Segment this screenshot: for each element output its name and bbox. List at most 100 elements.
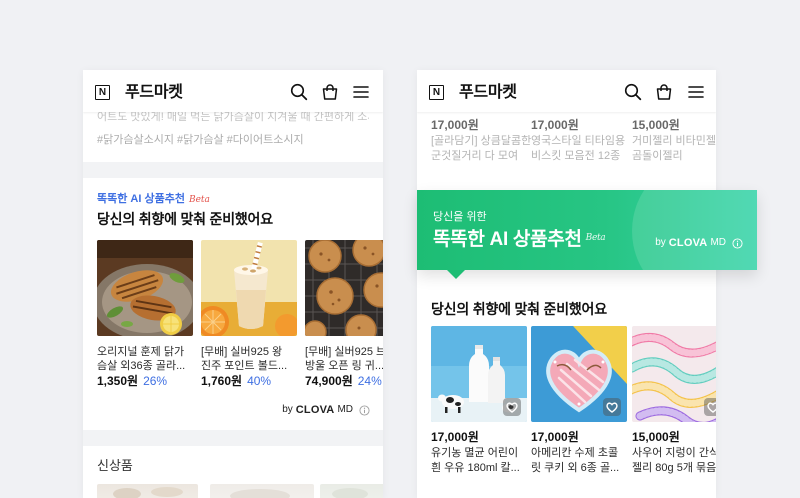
recommendation-title: 당신의 취향에 맞춰 준비했어요	[431, 301, 607, 317]
product-image[interactable]	[97, 240, 193, 336]
cookies-photo	[305, 240, 383, 336]
product-discount: 40%	[247, 374, 272, 388]
product-name-line: 릿 쿠키 외 6종 골...	[531, 462, 620, 474]
product-price-row: 15,000원	[632, 430, 680, 444]
product-price-row: 17,000원	[531, 430, 579, 444]
info-icon[interactable]	[359, 404, 370, 416]
product-image[interactable]	[201, 240, 297, 336]
product-price-row: 1,760원 40%	[201, 374, 271, 388]
heart-outline-icon	[707, 402, 716, 413]
menu-icon[interactable]	[687, 83, 705, 101]
food-photo	[113, 487, 183, 498]
credit-brand: CLOVA	[668, 237, 708, 249]
app-header: N 푸드마켓	[83, 70, 383, 112]
product-image[interactable]	[431, 326, 527, 422]
heart-outline-icon	[506, 402, 518, 413]
product-price-row: 17,000원	[431, 118, 479, 132]
product-price: 1,760원	[201, 374, 243, 388]
product-name-line: 흰 우유 180ml 칼...	[431, 462, 520, 474]
credit-by: by	[655, 237, 666, 248]
product-image[interactable]	[305, 240, 383, 336]
app-title[interactable]: 푸드마켓	[125, 83, 183, 103]
ai-recommendation-label: 똑똑한 AI 상품추천 Beta	[97, 192, 210, 207]
product-name-line: 슴살 외36종 골라...	[97, 360, 186, 372]
ai-recommendation-banner[interactable]: 당신을 위한 똑똑한 AI 상품추천 Beta by CLOVA MD	[417, 190, 757, 270]
credit-suffix: MD	[710, 237, 726, 248]
app-header: N 푸드마켓	[417, 70, 716, 112]
banner-kicker: 당신을 위한	[433, 211, 487, 223]
logo-icon[interactable]: N	[95, 85, 110, 100]
product-name-line: [무배] 실버925 왕	[201, 346, 283, 358]
credit-brand: CLOVA	[295, 404, 335, 416]
product-name-line: 군것질거리 다 모여	[431, 150, 519, 162]
product-price-row: 15,000원	[632, 118, 680, 132]
menu-icon[interactable]	[352, 83, 370, 101]
banner-decoration	[632, 190, 757, 270]
credit-by: by	[282, 404, 293, 415]
product-name-line: 영국스타일 티타임용	[531, 135, 626, 147]
product-price-row: 74,900원 24%	[305, 374, 382, 388]
product-name-line: 아메리칸 수제 초콜	[531, 447, 619, 459]
previous-product-card[interactable]: 17,000원 영국스타일 티타임용 비스킷 모음전 12종	[531, 118, 627, 168]
previous-product-card[interactable]: 15,000원 거미젤리 비타민젤리 곰돌이젤리	[632, 118, 716, 168]
clova-md-credit: by CLOVA MD	[655, 236, 743, 250]
app-title[interactable]: 푸드마켓	[459, 83, 517, 103]
product-name-line: 거미젤리 비타민젤리	[632, 135, 716, 147]
wishlist-button[interactable]	[503, 398, 521, 416]
product-price-row: 17,000원	[531, 118, 579, 132]
wishlist-button[interactable]	[704, 398, 716, 416]
product-price: 17,000원	[431, 430, 479, 444]
product-description: 어트도 맛있게! 매일 먹는 닭가슴살이 지겨울 때 간편하게 소시	[97, 111, 369, 123]
left-phone-screen: N 푸드마켓 어트도 맛있게! 매일 먹는 닭가슴살이 지겨울 때 간편하게 소…	[83, 70, 383, 498]
product-price-row: 1,350원 26%	[97, 374, 167, 388]
product-card[interactable]: 17,000원 아메리칸 수제 초콜 릿 쿠키 외 6종 골...	[531, 326, 627, 486]
food-photo	[230, 489, 290, 498]
banner-title-row: 똑똑한 AI 상품추천 Beta	[433, 229, 606, 251]
new-arrival-thumbnail[interactable]	[320, 484, 383, 498]
product-card[interactable]: 오리지널 훈제 닭가 슴살 외36종 골라... 1,350원 26%	[97, 240, 193, 400]
product-price: 1,350원	[97, 374, 139, 388]
product-name-line: [골라담기] 상큼달콤한	[431, 135, 532, 147]
wishlist-button[interactable]	[603, 398, 621, 416]
product-name-line: 사우어 지렁이 간식	[632, 447, 716, 459]
new-arrival-thumbnail[interactable]	[97, 484, 198, 498]
product-hashtags[interactable]: #닭가슴살소시지 #닭가슴살 #다이어트소시지	[97, 133, 304, 147]
product-card[interactable]: [무배] 실버925 브 방울 오픈 링 귀... 74,900원 24%	[305, 240, 383, 400]
product-discount: 26%	[143, 374, 168, 388]
product-price: 15,000원	[632, 118, 680, 132]
product-name-line: 오리지널 훈제 닭가	[97, 346, 185, 358]
recommendation-title: 당신의 취향에 맞춰 준비했어요	[97, 211, 273, 227]
product-card[interactable]: 17,000원 유기농 멸균 어린이 흰 우유 180ml 칼...	[431, 326, 527, 486]
search-icon[interactable]	[290, 83, 308, 101]
product-discount: 24%	[357, 374, 382, 388]
credit-suffix: MD	[337, 404, 353, 415]
product-name-line: 방울 오픈 링 귀...	[305, 360, 383, 372]
previous-product-card[interactable]: 17,000원 [골라담기] 상큼달콤한 군것질거리 다 모여	[431, 118, 531, 168]
new-arrival-thumbnail[interactable]	[210, 484, 314, 498]
shopping-bag-icon[interactable]	[321, 83, 339, 101]
search-icon[interactable]	[624, 83, 642, 101]
product-image[interactable]	[531, 326, 627, 422]
page: N 푸드마켓 어트도 맛있게! 매일 먹는 닭가슴살이 지겨울 때 간편하게 소…	[0, 0, 800, 498]
clova-md-credit: by CLOVA MD	[282, 403, 370, 417]
right-phone-screen: N 푸드마켓 17,000원 [골라담기] 상큼달콤한 군것질거리 다 모여 1…	[417, 70, 716, 498]
product-name-line: [무배] 실버925 브	[305, 346, 383, 358]
product-name-line: 비스킷 모음전 12종	[531, 150, 621, 162]
product-price: 15,000원	[632, 430, 680, 444]
product-name-line: 진주 포인트 볼드...	[201, 360, 288, 372]
product-image[interactable]	[632, 326, 716, 422]
product-price-row: 17,000원	[431, 430, 479, 444]
product-price: 17,000원	[531, 430, 579, 444]
orange-smoothie-photo	[201, 240, 297, 336]
product-card[interactable]: [무배] 실버925 왕 진주 포인트 볼드... 1,760원 40%	[201, 240, 297, 400]
heart-outline-icon	[606, 402, 618, 413]
product-card[interactable]: 15,000원 사우어 지렁이 간식 젤리 80g 5개 묶음	[632, 326, 716, 486]
product-price: 74,900원	[305, 374, 353, 388]
grilled-chicken-photo	[97, 240, 193, 336]
shopping-bag-icon[interactable]	[655, 83, 673, 101]
product-price: 17,000원	[431, 118, 479, 132]
info-icon[interactable]	[732, 237, 743, 249]
logo-icon[interactable]: N	[429, 85, 444, 100]
banner-pointer	[447, 270, 465, 279]
ai-recommendation-eyebrow: 똑똑한 AI 상품추천	[97, 193, 185, 205]
